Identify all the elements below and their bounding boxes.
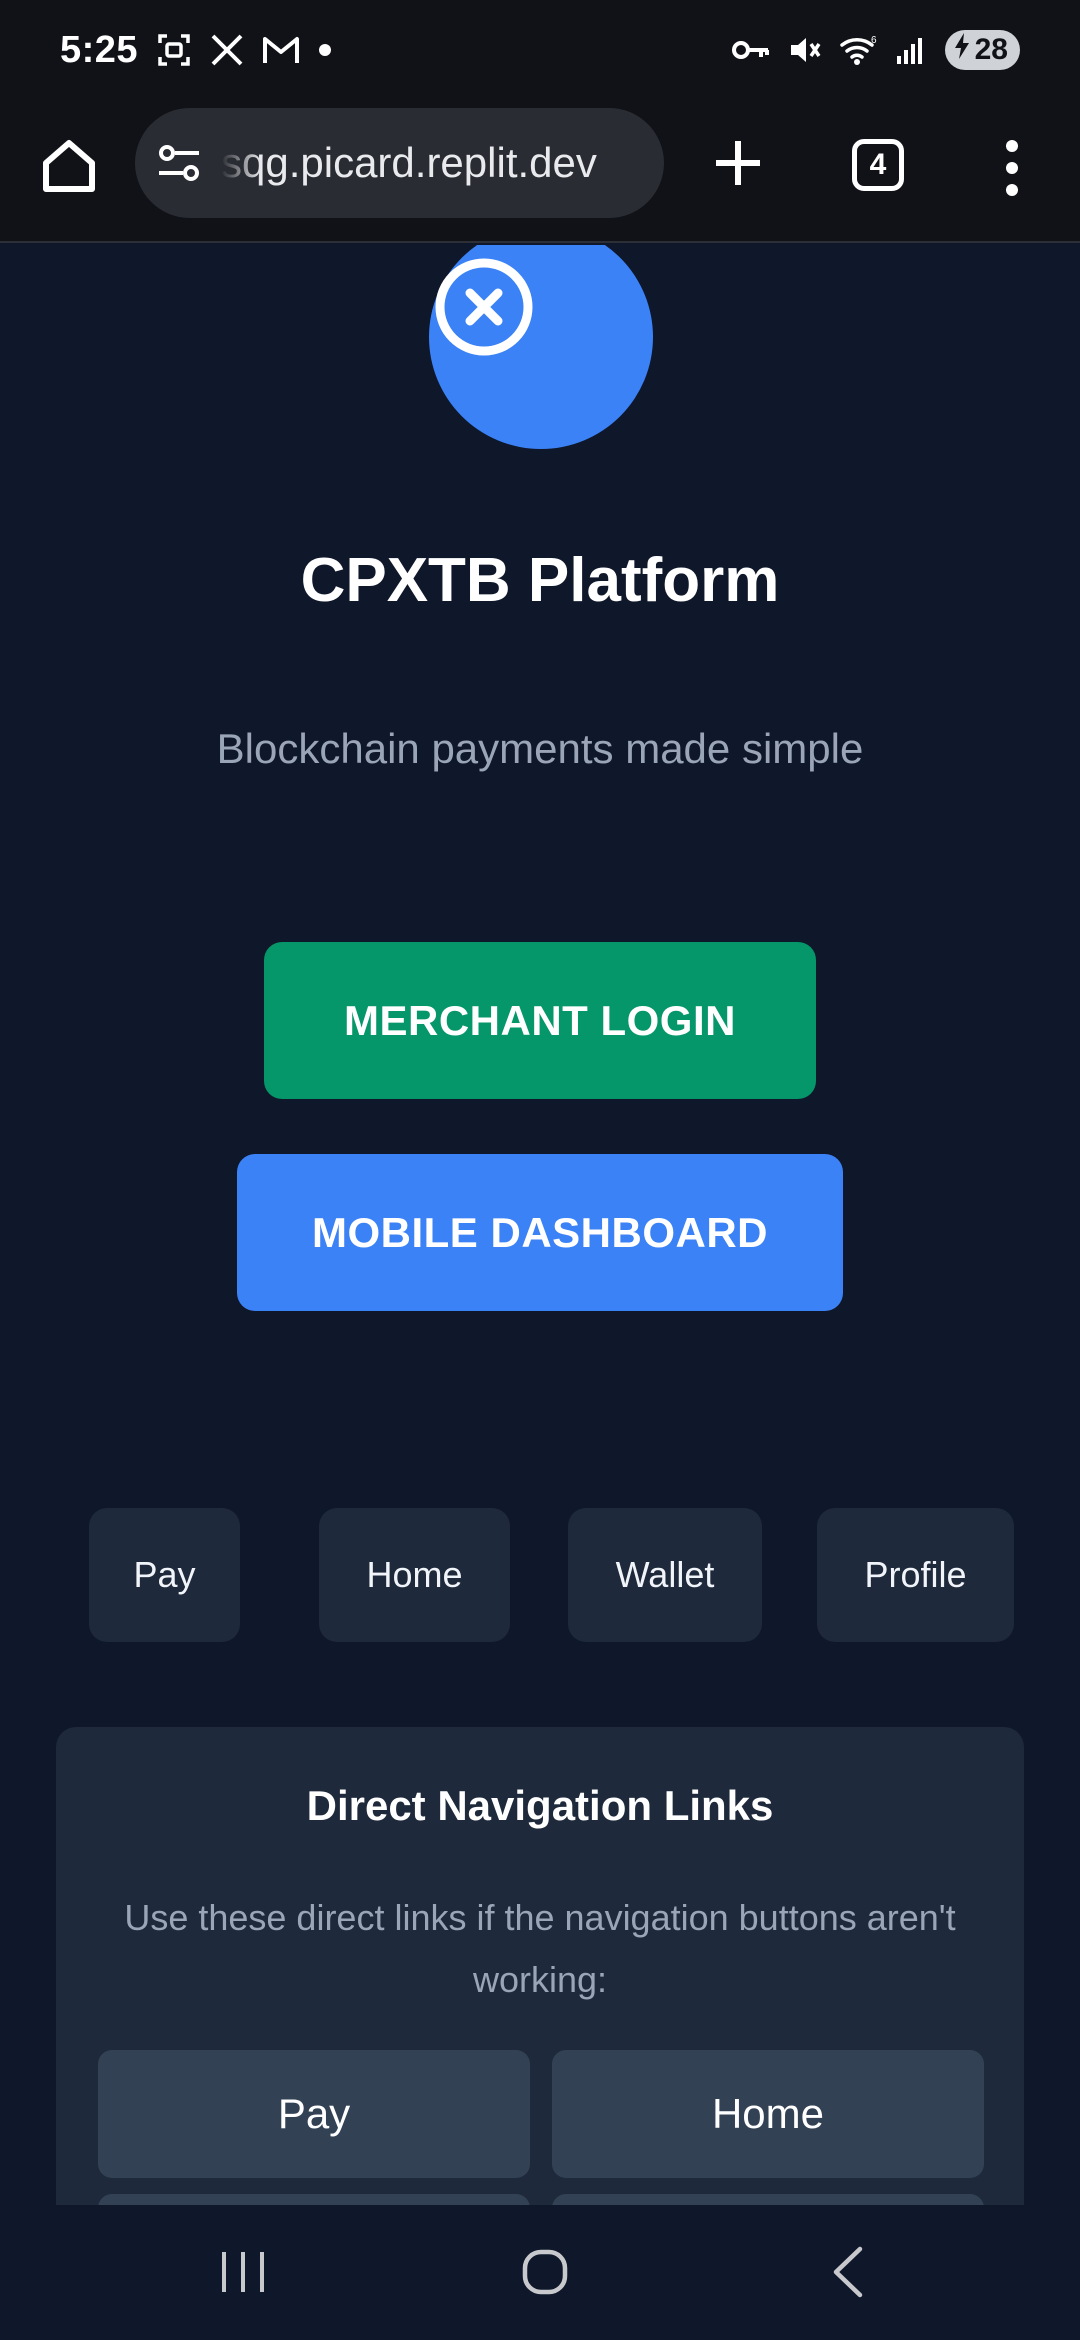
overflow-menu-icon[interactable] bbox=[1000, 138, 1024, 198]
status-left: 5:25 bbox=[60, 29, 332, 72]
screenshot-icon bbox=[156, 32, 192, 68]
nav-pay-button[interactable]: Pay bbox=[89, 1508, 240, 1642]
wifi-6-icon: 6 bbox=[839, 33, 879, 67]
direct-links-title: Direct Navigation Links bbox=[306, 1782, 774, 1829]
status-time: 5:25 bbox=[60, 28, 139, 71]
tab-switcher-button[interactable]: 4 bbox=[852, 139, 904, 191]
tab-count: 4 bbox=[869, 148, 887, 181]
direct-link-partial[interactable] bbox=[552, 2194, 984, 2205]
browser-toolbar: sqg.picard.replit.dev 4 bbox=[0, 100, 1080, 243]
address-bar[interactable]: sqg.picard.replit.dev bbox=[135, 108, 664, 218]
site-settings-icon[interactable] bbox=[155, 139, 203, 187]
battery-indicator: 28 bbox=[944, 30, 1020, 70]
url-text: sqg.picard.replit.dev bbox=[221, 139, 597, 186]
back-icon[interactable] bbox=[830, 2245, 866, 2299]
page-tagline: Blockchain payments made simple bbox=[216, 725, 864, 772]
direct-links-card: Direct Navigation Links Use these direct… bbox=[56, 1727, 1024, 2205]
signal-icon bbox=[895, 34, 929, 66]
vpn-key-icon bbox=[731, 37, 771, 63]
direct-link-home[interactable]: Home bbox=[552, 2050, 984, 2178]
svg-text:6: 6 bbox=[871, 35, 877, 46]
system-navigation-bar bbox=[0, 2205, 1080, 2340]
page-title: CPXTB Platform bbox=[300, 546, 780, 615]
browser-home-icon[interactable] bbox=[38, 135, 100, 197]
close-circle-icon bbox=[434, 257, 534, 357]
direct-link-partial[interactable] bbox=[98, 2194, 530, 2205]
charging-bolt-icon bbox=[953, 32, 971, 68]
direct-link-pay[interactable]: Pay bbox=[98, 2050, 530, 2178]
merchant-login-button[interactable]: MERCHANT LOGIN bbox=[264, 942, 816, 1099]
status-right: 6 28 bbox=[731, 30, 1020, 70]
direct-links-description: Use these direct links if the navigation… bbox=[124, 1897, 956, 2000]
notification-dot-icon bbox=[318, 43, 332, 57]
mobile-dashboard-button[interactable]: MOBILE DASHBOARD bbox=[237, 1154, 843, 1311]
url-fade bbox=[221, 108, 261, 218]
nav-wallet-button[interactable]: Wallet bbox=[568, 1508, 762, 1642]
gmail-icon bbox=[262, 35, 300, 65]
system-home-icon[interactable] bbox=[521, 2248, 569, 2296]
mute-icon bbox=[787, 32, 823, 68]
web-page: CPXTB Platform Blockchain payments made … bbox=[0, 245, 1080, 2205]
nav-profile-button[interactable]: Profile bbox=[817, 1508, 1014, 1642]
battery-level: 28 bbox=[974, 33, 1008, 66]
x-app-icon bbox=[210, 33, 244, 67]
recent-apps-icon[interactable] bbox=[218, 2250, 268, 2294]
status-bar: 5:25 6 28 bbox=[0, 0, 1080, 100]
new-tab-icon[interactable] bbox=[710, 135, 766, 191]
nav-home-button[interactable]: Home bbox=[319, 1508, 510, 1642]
